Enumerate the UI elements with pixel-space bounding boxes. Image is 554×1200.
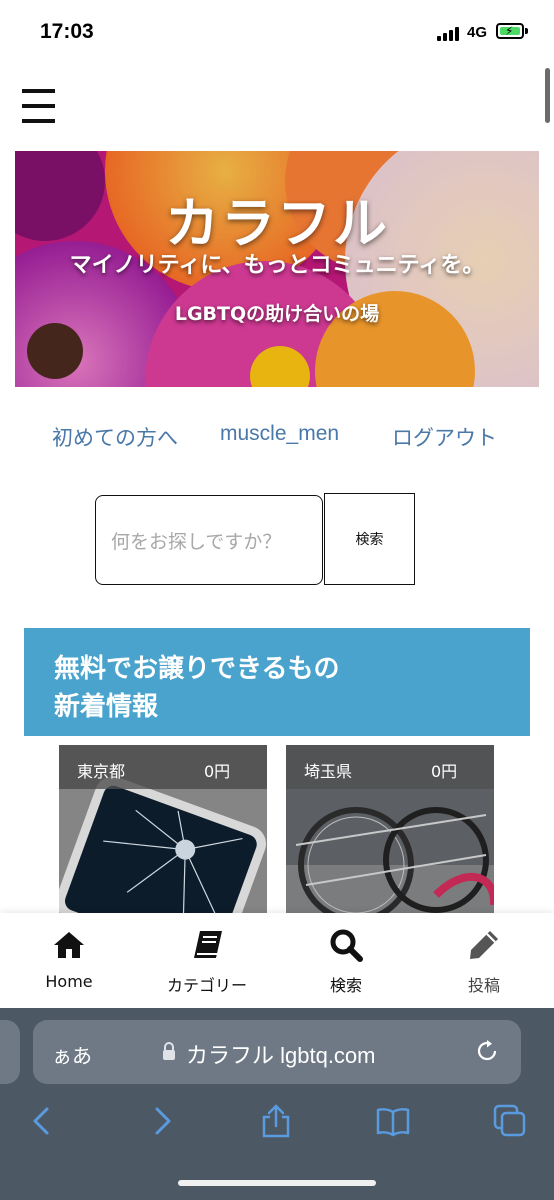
page-scrollbar[interactable] [545,68,550,123]
item-card[interactable]: 埼玉県 0円 [286,745,494,913]
bookmarks-icon[interactable] [376,1104,410,1138]
book-icon [194,931,222,958]
hero-banner: カラフル マイノリティに、もっとコミュニティを。 LGBTQの助け合いの場 [15,151,539,387]
site-subtitle: LGBTQの助け合いの場 [174,303,380,325]
status-time: 17:03 [40,20,94,43]
cellular-signal-icon [437,27,463,41]
lock-icon [163,1042,175,1060]
section-title-line1: 無料でお譲りできるもの [54,654,340,684]
item-price: 0円 [431,762,458,781]
url-text: カラフル lgbtq.com [186,1043,376,1068]
item-card[interactable]: 東京都 0円 [59,745,267,913]
item-price: 0円 [204,762,231,781]
logout-link[interactable]: ログアウト [392,422,497,452]
battery-cap [525,28,528,34]
previous-tab-preview[interactable] [0,1020,20,1084]
section-header: 無料でお譲りできるもの 新着情報 [24,628,530,736]
user-profile-link[interactable]: muscle_men [220,422,339,446]
item-location: 東京都 [77,762,126,781]
search-icon [330,929,363,962]
search-placeholder: 何をお探しですか？ [111,531,282,553]
menu-icon[interactable] [22,89,55,123]
section-title-line2: 新着情報 [54,692,159,722]
home-indicator[interactable] [178,1180,376,1186]
back-icon[interactable] [25,1104,59,1138]
site-tagline: マイノリティに、もっとコミュニティを。 [69,253,485,278]
tab-category-label: カテゴリー [166,976,247,995]
home-icon [54,932,84,958]
tab-post-label: 投稿 [467,976,500,995]
beginners-link[interactable]: 初めての方へ [52,422,178,452]
tab-search-label: 検索 [329,976,362,995]
reload-icon[interactable] [474,1038,500,1064]
tabs-icon[interactable] [493,1104,527,1138]
reader-options-button[interactable]: ぁあ [52,1040,92,1069]
bottom-tab-bar: Home カテゴリー 検索 投稿 [0,913,554,1008]
battery-icon: ⚡ [496,23,524,39]
forward-icon[interactable] [145,1104,179,1138]
search-input[interactable]: 何をお探しですか？ [95,495,323,585]
share-icon[interactable] [259,1104,293,1138]
address-bar[interactable]: ぁあ カラフル lgbtq.com [33,1020,521,1084]
pencil-icon [470,931,498,959]
search-button[interactable]: 検索 [324,493,415,585]
tab-home-label: Home [45,972,93,991]
item-location: 埼玉県 [304,762,353,781]
network-type: 4G [467,24,488,41]
